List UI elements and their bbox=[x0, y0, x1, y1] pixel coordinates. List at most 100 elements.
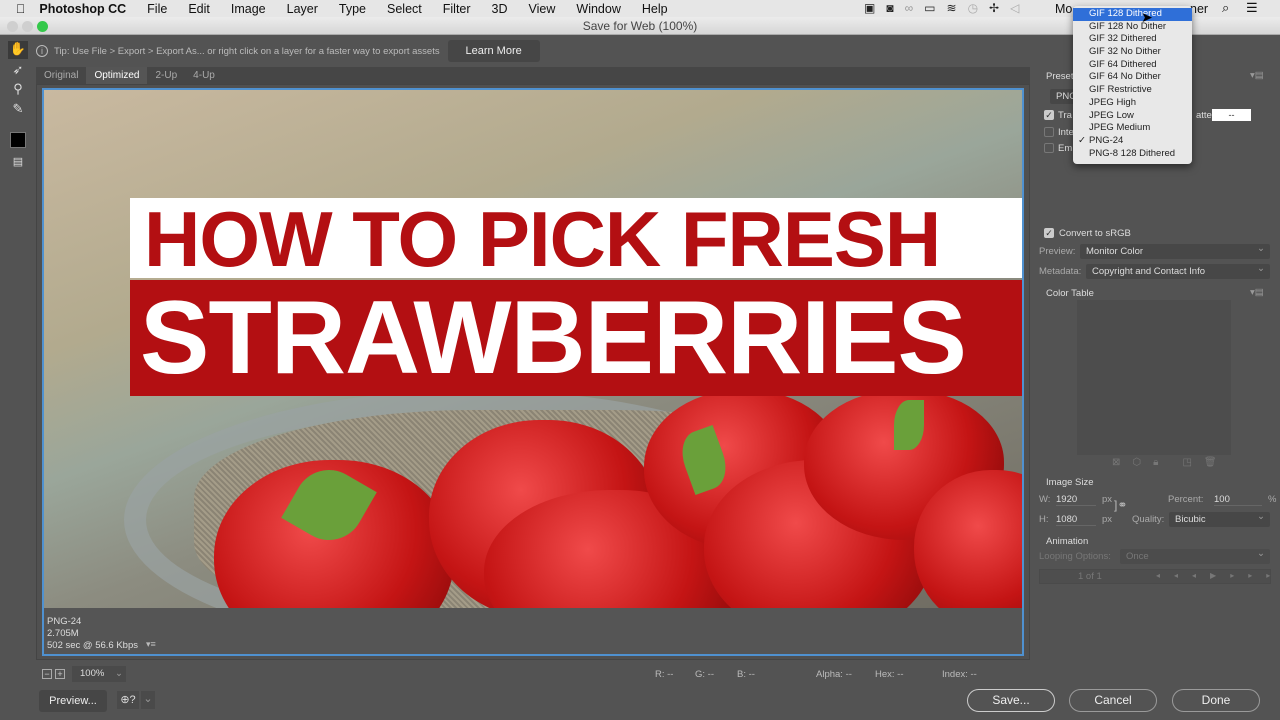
webcam-icon[interactable]: ◙ bbox=[886, 1, 904, 15]
percent-input[interactable]: 100 bbox=[1214, 494, 1262, 506]
height-input[interactable]: 1080 bbox=[1056, 514, 1096, 526]
tab-original[interactable]: Original bbox=[36, 67, 86, 84]
preset-option[interactable]: GIF Restrictive bbox=[1073, 84, 1192, 97]
percent-unit: % bbox=[1268, 494, 1277, 505]
animation-label: Animation bbox=[1046, 536, 1089, 547]
web-shift-icon[interactable]: ⊠ bbox=[1112, 457, 1132, 468]
bluetooth-icon[interactable]: ✢ bbox=[989, 1, 1010, 15]
notification-center-icon[interactable]: ☰ bbox=[1246, 0, 1258, 16]
done-button[interactable]: Done bbox=[1172, 689, 1260, 712]
next-frame-icon[interactable]: ▸ bbox=[1230, 571, 1248, 580]
readout-b: B: -- bbox=[737, 669, 755, 680]
optimize-menu-icon[interactable]: ▾▤ bbox=[1250, 70, 1264, 81]
zoom-window-button[interactable] bbox=[37, 21, 48, 32]
close-window-button[interactable] bbox=[7, 21, 18, 32]
readout-hex: Hex: -- bbox=[875, 669, 904, 680]
wifi-icon[interactable]: ≋ bbox=[947, 1, 968, 15]
menu-3d[interactable]: 3D bbox=[492, 2, 508, 16]
hand-tool-icon[interactable]: ✋ bbox=[8, 41, 28, 59]
new-color-icon[interactable]: ◳ bbox=[1182, 457, 1203, 468]
menu-type[interactable]: Type bbox=[339, 2, 366, 16]
preset-option[interactable]: GIF 64 No Dither bbox=[1073, 71, 1192, 84]
quality-select[interactable]: Bicubic bbox=[1169, 509, 1270, 527]
preview-button[interactable]: Preview... bbox=[39, 690, 107, 712]
embed-color-profile-checkbox[interactable] bbox=[1044, 143, 1054, 153]
play-icon[interactable]: ▶ bbox=[1210, 571, 1230, 580]
preset-option[interactable]: JPEG Low bbox=[1073, 110, 1192, 123]
tab-2-up[interactable]: 2-Up bbox=[147, 67, 185, 84]
preset-option[interactable]: GIF 64 Dithered bbox=[1073, 59, 1192, 72]
menu-edit[interactable]: Edit bbox=[188, 2, 210, 16]
menu-view[interactable]: View bbox=[529, 2, 556, 16]
preview-select[interactable]: Monitor Color bbox=[1080, 241, 1270, 259]
metadata-select[interactable]: Copyright and Contact Info bbox=[1086, 261, 1270, 279]
minimize-window-button[interactable] bbox=[22, 21, 33, 32]
first-frame-icon[interactable]: ◂◂ bbox=[1156, 571, 1192, 580]
preset-option[interactable]: PNG-8 128 Dithered bbox=[1073, 148, 1192, 161]
zoom-level-select[interactable]: 100% ⌄ bbox=[72, 666, 126, 682]
preset-option[interactable]: GIF 32 No Dither bbox=[1073, 46, 1192, 59]
creative-cloud-icon[interactable]: ∞ bbox=[905, 1, 925, 15]
menu-file[interactable]: File bbox=[147, 2, 167, 16]
cancel-button[interactable]: Cancel bbox=[1069, 689, 1157, 712]
menu-window[interactable]: Window bbox=[576, 2, 620, 16]
delete-color-icon[interactable]: 🗑︎ bbox=[1204, 457, 1229, 468]
frame-counter: 1 of 1 bbox=[1078, 571, 1102, 582]
volume-icon[interactable]: ◁ bbox=[1010, 1, 1030, 15]
lock-color-icon[interactable]: 🔒︎ bbox=[1153, 457, 1170, 468]
preview-image[interactable]: HOW TO PICK FRESH STRAWBERRIES bbox=[44, 90, 1022, 608]
browser-select-chevron-icon[interactable]: ⌄ bbox=[141, 691, 155, 709]
spotlight-icon[interactable]: ⌕ bbox=[1222, 0, 1229, 16]
option-label: JPEG Medium bbox=[1089, 122, 1151, 134]
last-frame-icon[interactable]: ▸▸ bbox=[1248, 571, 1280, 580]
status-icons[interactable]: ▣◙∞▭≋◷✢◁ bbox=[864, 1, 1030, 15]
menubar-clock-text[interactable]: Mo bbox=[1055, 2, 1072, 16]
tab-optimized[interactable]: Optimized bbox=[86, 67, 148, 84]
preset-option[interactable]: JPEG Medium bbox=[1073, 122, 1192, 135]
previous-frame-icon[interactable]: ◂ bbox=[1192, 571, 1210, 580]
time-machine-icon[interactable]: ◷ bbox=[968, 1, 989, 15]
menu-select[interactable]: Select bbox=[387, 2, 422, 16]
convert-srgb-checkbox[interactable]: ✓ bbox=[1044, 228, 1054, 238]
menubar-user-text[interactable]: ner bbox=[1190, 2, 1208, 16]
color-table-menu-icon[interactable]: ▾▤ bbox=[1250, 287, 1264, 298]
slice-select-tool-icon[interactable]: ➶ bbox=[8, 62, 28, 80]
transparency-checkbox[interactable]: ✓ bbox=[1044, 110, 1054, 120]
color-table[interactable] bbox=[1077, 300, 1231, 455]
airplay-icon[interactable]: ▭ bbox=[924, 1, 946, 15]
menu-image[interactable]: Image bbox=[231, 2, 266, 16]
zoom-tool-icon[interactable]: ⚲ bbox=[8, 81, 28, 99]
color-cube-icon[interactable]: ⬡ bbox=[1132, 457, 1153, 468]
zoom-in-button[interactable]: + bbox=[55, 669, 65, 679]
download-time: 502 sec @ 56.6 Kbps bbox=[47, 640, 138, 651]
app-menu[interactable]: Photoshop CC bbox=[39, 2, 126, 16]
tab-4-up[interactable]: 4-Up bbox=[185, 67, 223, 84]
apple-icon[interactable]:  bbox=[16, 2, 25, 16]
preset-option[interactable]: GIF 128 No Dither bbox=[1073, 21, 1192, 34]
toggle-slices-icon[interactable]: ▤ bbox=[8, 155, 28, 173]
width-input[interactable]: 1920 bbox=[1056, 494, 1096, 506]
menu-help[interactable]: Help bbox=[642, 2, 668, 16]
eyedropper-color-swatch[interactable] bbox=[10, 132, 26, 148]
preset-option[interactable]: GIF 128 Dithered bbox=[1073, 8, 1192, 21]
matte-color-swatch[interactable]: -- bbox=[1212, 109, 1251, 121]
menu-layer[interactable]: Layer bbox=[287, 2, 318, 16]
eyedropper-tool-icon[interactable]: ✎ bbox=[8, 101, 28, 119]
preset-option[interactable]: JPEG High bbox=[1073, 97, 1192, 110]
camera-icon[interactable]: ▣ bbox=[864, 1, 886, 15]
preset-option[interactable]: GIF 32 Dithered bbox=[1073, 33, 1192, 46]
preview-label: Preview: bbox=[1039, 246, 1076, 257]
download-speed-menu-icon[interactable]: ▾≡ bbox=[146, 639, 156, 650]
interlaced-checkbox[interactable] bbox=[1044, 127, 1054, 137]
menu-filter[interactable]: Filter bbox=[443, 2, 471, 16]
image-size-label: Image Size bbox=[1046, 477, 1094, 488]
readout-r: R: -- bbox=[655, 669, 674, 680]
constrain-proportions-link-icon[interactable]: ]⚭ bbox=[1114, 498, 1127, 512]
learn-more-button[interactable]: Learn More bbox=[447, 40, 540, 62]
browser-preview-icon[interactable]: ⊕? bbox=[117, 691, 139, 709]
save-button[interactable]: Save... bbox=[967, 689, 1055, 712]
option-label: GIF Restrictive bbox=[1089, 84, 1152, 96]
frame-nav-buttons: ◂◂◂▶▸▸▸ bbox=[1156, 571, 1280, 580]
zoom-out-button[interactable]: − bbox=[42, 669, 52, 679]
preset-option[interactable]: ✓ PNG-24 bbox=[1073, 135, 1192, 148]
